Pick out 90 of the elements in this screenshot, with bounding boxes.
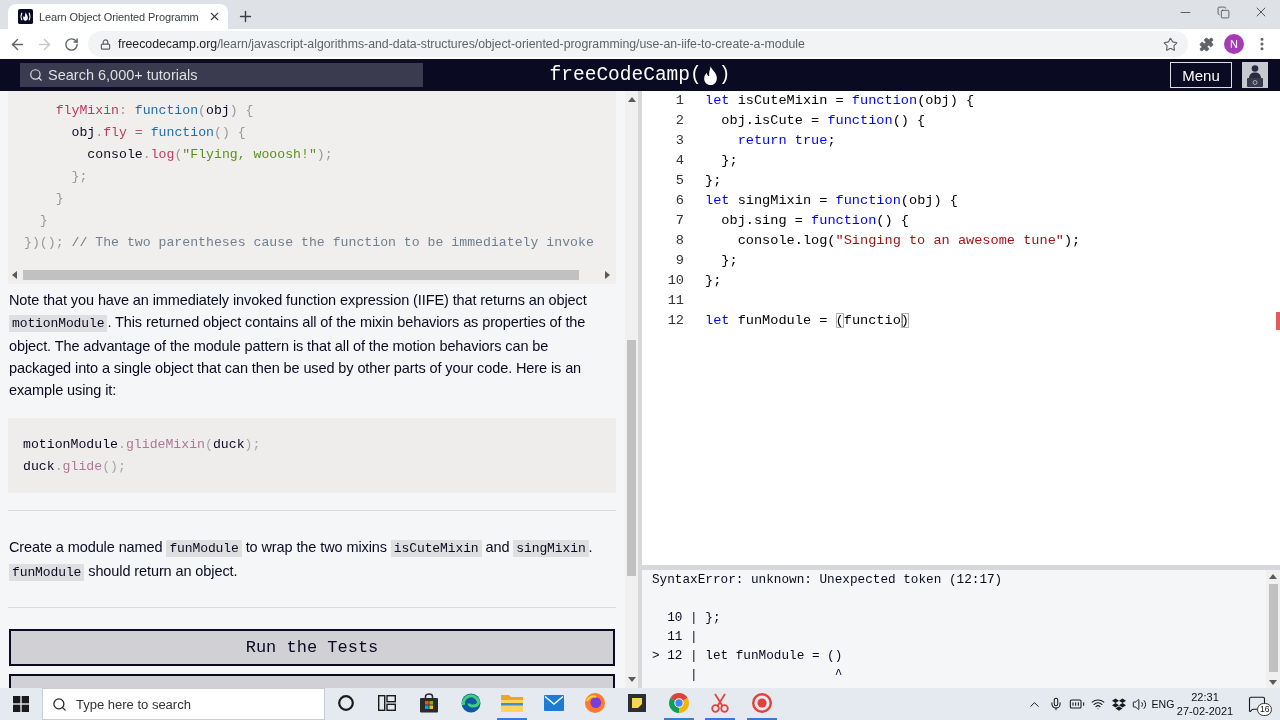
code-line: let isCuteMixin = function(obj) { [705,92,975,110]
console-line: > 12 | let funModule = () [652,647,843,665]
line-number: 7 [674,212,684,230]
scroll-up-icon[interactable] [1269,574,1277,579]
clock-date[interactable]: 27-02-2021 [1176,704,1234,718]
language-indicator[interactable]: ENG [1150,698,1176,710]
scrollbar-thumb[interactable] [23,269,579,280]
browser-tab[interactable]: Learn Object Oriented Programm [8,4,228,29]
notification-count: 16 [1257,703,1273,716]
line-number: 1 [674,92,684,110]
line-number: 3 [674,132,684,150]
code-line: let singMixin = function(obj) { [705,192,958,210]
code-line: console.log("Flying, wooosh!"); [86,146,333,164]
lock-icon [100,38,111,50]
code-line: })(); // The two parentheses cause the function to be immediately invoke [24,234,594,252]
console-line: 11 | [666,628,698,646]
code-line: obj.isCute = function() { [720,112,926,130]
lesson-paragraph: Note that you have an immediately invoked function expression (IIFE) that returns an object motionModule . This returned object contains all of the mixin behaviors as properties of the object. The advantage of the module pattern is that all of the motion behaviors can be packaged into a single object that can then be used by other parts of your code. Here is an example using it: [9,291,588,400]
instructions-paragraph: Create a module named funModule to wrap the two mixins isCuteMixin and singMixin . funModule should return an object. [9,538,594,583]
scrollbar-thumb[interactable] [627,340,636,576]
logo-text: freeCodeCamp( [549,63,702,87]
address-bar[interactable]: freecodecamp.org/learn/javascript-algorithms-and-data-structures/object-oriented-programming/use-an-iife-to-create-a-module [88,31,1188,57]
code-line: }; [705,272,722,290]
circle-icon[interactable] [337,695,354,711]
code-line: }; [70,168,88,186]
reload-icon[interactable] [64,36,79,52]
code-line: flyMixin: function(obj) { [54,102,254,120]
bookmark-star-icon[interactable] [1163,36,1178,52]
code-line: let funModule = (functio) [705,312,909,330]
envelope-icon[interactable] [543,695,564,711]
folder-icon[interactable] [501,694,524,712]
console-line: 10 | }; [666,609,721,627]
search-field[interactable]: Search 6,000+ tutorials [20,63,423,87]
search-icon [52,696,67,712]
line-number: 10 [666,272,684,290]
scroll-down-icon[interactable] [627,677,636,682]
segmented-circle-icon[interactable] [668,693,689,713]
console-line: | ^ [689,666,843,684]
sticky-note-icon[interactable] [627,694,646,712]
puzzle-piece-icon[interactable] [1198,36,1214,52]
code-line: obj.fly = function() { [70,124,246,142]
close-tab-icon[interactable] [208,10,221,23]
clock-time[interactable]: 22:31 [1191,690,1219,704]
flame-icon [703,65,717,85]
microphone-icon[interactable] [1048,697,1063,711]
line-number: 4 [674,152,684,170]
console-line: SyntaxError: unknown: Unexpected token (12:17) [652,571,1003,589]
code-line: obj.sing = function() { [720,212,909,230]
taskbar-search-field[interactable]: Type here to search [42,688,325,720]
line-number: 9 [674,252,684,270]
search-icon [29,68,43,82]
flame-tile-icon [18,9,33,24]
record-icon[interactable] [751,693,772,713]
code-line: } [38,212,48,230]
scroll-down-icon[interactable] [1269,680,1277,685]
avatar-icon[interactable] [1242,62,1268,88]
nested-circles-icon[interactable] [585,693,606,713]
four-panes-icon[interactable] [13,696,29,712]
scroll-right-icon[interactable] [605,270,610,279]
cut-off-button[interactable] [9,674,615,688]
restore-icon[interactable] [1216,5,1230,19]
scroll-up-icon[interactable] [627,97,636,102]
line-number: 12 [666,312,684,330]
stacked-panels-icon[interactable] [378,695,397,711]
battery-icon[interactable] [1068,696,1085,712]
line-number: 5 [674,172,684,190]
open-box-icon[interactable] [1111,697,1126,711]
shopping-bag-icon[interactable] [419,693,439,713]
profile-avatar[interactable]: N [1224,34,1244,54]
scroll-left-icon[interactable] [12,270,17,279]
scissors-icon[interactable] [710,693,731,713]
code-line: return true; [736,132,836,150]
scrollbar-thumb[interactable] [1268,584,1278,672]
code-line: duck.glide(); [23,458,126,476]
menu-button[interactable]: Menu [1170,62,1232,88]
code-line: }; [720,252,738,270]
code-line: }; [720,152,738,170]
line-number: 11 [666,292,684,310]
code-line: console.log("Singing to an awesome tune"); [736,232,1081,250]
run-tests-button[interactable]: Run the Tests [9,629,615,666]
wifi-icon[interactable] [1090,697,1105,711]
logo-text: ) [718,63,731,87]
speaker-icon[interactable] [1132,696,1147,712]
code-line: motionModule.glideMixin(duck); [23,436,261,454]
code-line: } [54,190,64,208]
code-line: }; [705,172,722,190]
swirl-icon[interactable] [460,693,481,713]
line-number: 6 [674,192,684,210]
line-number: 2 [674,112,684,130]
line-number: 8 [674,232,684,250]
